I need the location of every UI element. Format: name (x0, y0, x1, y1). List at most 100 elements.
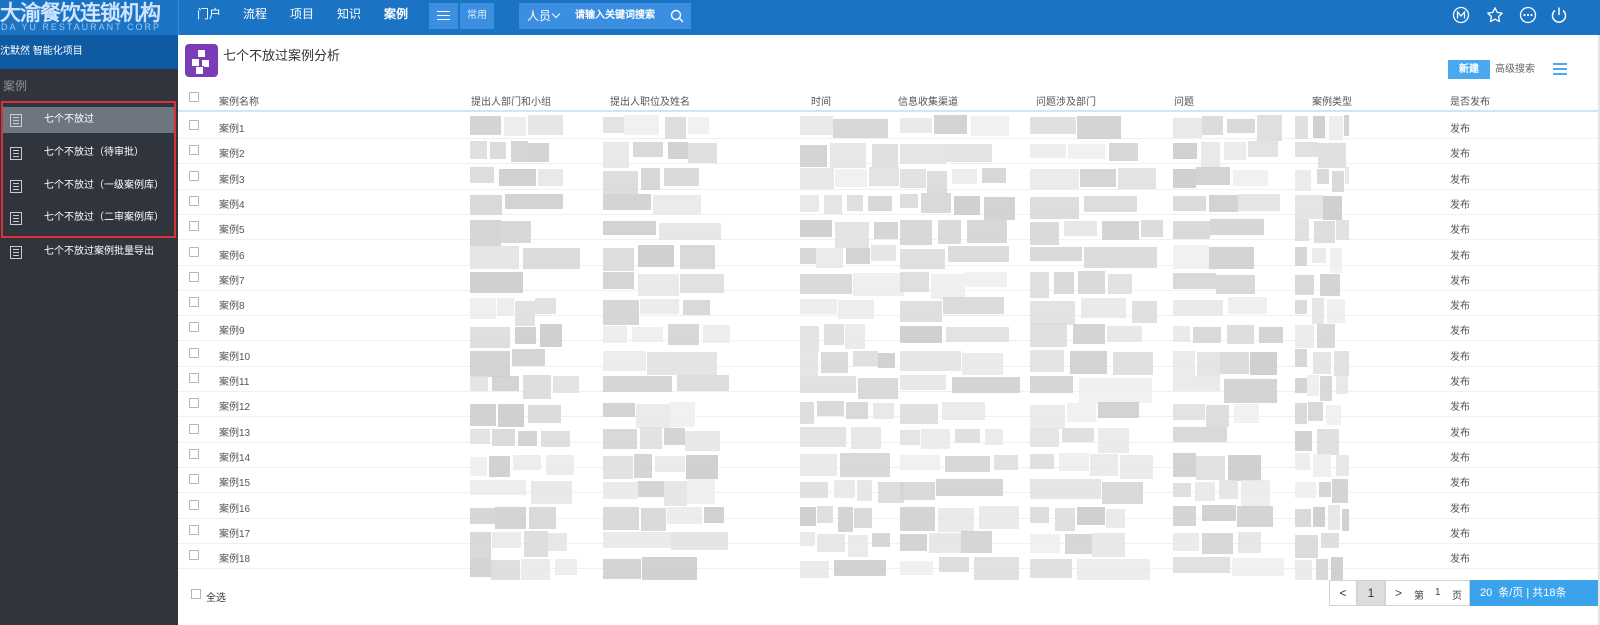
table-row[interactable]: 案例8 发布 (178, 290, 1600, 317)
nav-process[interactable]: 流程 (243, 0, 267, 35)
nav-cases[interactable]: 案例 (384, 0, 408, 35)
table-row[interactable]: 案例9 发布 (178, 315, 1600, 342)
common-button[interactable]: 常用 (460, 3, 494, 29)
next-page-button[interactable]: > (1395, 586, 1402, 600)
select-all-checkbox[interactable] (191, 589, 201, 599)
table-row[interactable]: 案例15 发布 (178, 467, 1600, 494)
case-name[interactable]: 案例5 (219, 221, 245, 236)
sidebar-item-label: 七个不放过 (44, 114, 94, 125)
case-name[interactable]: 案例12 (219, 398, 250, 413)
column-header[interactable]: 问题 (1174, 93, 1194, 108)
row-checkbox[interactable] (189, 170, 199, 181)
star-icon[interactable] (1486, 6, 1504, 24)
nav-knowledge[interactable]: 知识 (337, 0, 361, 35)
sidebar-item-export[interactable]: 七个不放过案例批量导出 (2, 239, 174, 265)
column-header[interactable]: 提出人部门和小组 (471, 93, 551, 108)
publish-status: 发布 (1450, 225, 1470, 237)
table-row[interactable]: 案例17 发布 (178, 518, 1600, 544)
row-checkbox[interactable] (189, 145, 199, 156)
table-row[interactable]: 案例4 发布 (178, 189, 1600, 215)
case-name[interactable]: 案例4 (219, 196, 245, 211)
row-checkbox[interactable] (189, 195, 199, 206)
row-checkbox[interactable] (189, 524, 199, 535)
column-header[interactable]: 是否发布 (1450, 93, 1490, 108)
current-page-button[interactable]: 1 (1357, 580, 1385, 606)
row-checkbox[interactable] (189, 499, 199, 510)
publish-status: 发布 (1450, 402, 1470, 414)
table-row[interactable]: 案例6 发布 (178, 240, 1600, 266)
new-button[interactable]: 新建 (1448, 60, 1490, 79)
column-header[interactable]: 信息收集渠道 (898, 93, 958, 108)
sidebar-item-level1[interactable]: 七个不放过（一级案例库） (2, 173, 174, 199)
row-checkbox[interactable] (189, 322, 199, 333)
case-name[interactable]: 案例11 (219, 373, 249, 388)
row-checkbox[interactable] (189, 246, 199, 257)
m-circle-icon[interactable] (1452, 6, 1470, 24)
page-number-input[interactable]: 1 (1435, 587, 1441, 598)
row-checkbox[interactable] (189, 550, 199, 561)
case-name[interactable]: 案例3 (219, 171, 245, 186)
column-header[interactable]: 案例类型 (1312, 93, 1352, 108)
column-header[interactable]: 问题涉及部门 (1036, 93, 1096, 108)
advanced-search-button[interactable]: 高级搜索 (1495, 60, 1545, 79)
row-checkbox[interactable] (189, 221, 199, 232)
table-row[interactable]: 案例13 发布 (178, 417, 1600, 443)
table-row[interactable]: 案例14 发布 (178, 442, 1600, 468)
table-row[interactable]: 案例2 发布 (178, 138, 1600, 165)
table-row[interactable]: 案例12 发布 (178, 391, 1600, 418)
table-row[interactable]: 案例11 发布 (178, 366, 1600, 392)
header-checkbox[interactable] (189, 92, 199, 102)
table-row[interactable]: 案例10 发布 (178, 341, 1600, 367)
logo[interactable]: 大渝餐饮连锁机构 DA YU RESTAURANT CORP (0, 0, 178, 35)
people-select[interactable]: 人员 (519, 3, 567, 29)
table-row[interactable]: 案例3 发布 (178, 164, 1600, 190)
select-all-label[interactable]: 全选 (206, 589, 226, 604)
search-icon (670, 9, 684, 23)
table-row[interactable]: 案例18 发布 (178, 543, 1600, 570)
more-circle-icon[interactable] (1519, 6, 1537, 24)
row-checkbox[interactable] (189, 423, 199, 434)
case-name[interactable]: 案例9 (219, 322, 245, 337)
table-row[interactable]: 案例7 发布 (178, 265, 1600, 291)
row-checkbox[interactable] (189, 448, 199, 459)
row-checkbox[interactable] (189, 120, 199, 130)
prev-page-button[interactable]: < (1329, 580, 1357, 606)
per-page-select[interactable]: 20 条/页 | 共18条 (1470, 580, 1600, 606)
case-name[interactable]: 案例13 (219, 424, 250, 439)
case-name[interactable]: 案例17 (219, 525, 250, 540)
case-name[interactable]: 案例8 (219, 297, 245, 312)
case-name[interactable]: 案例1 (219, 120, 245, 135)
case-name[interactable]: 案例15 (219, 474, 250, 489)
row-checkbox[interactable] (189, 474, 199, 485)
menu-icon[interactable] (429, 3, 458, 29)
row-checkbox[interactable] (189, 347, 199, 358)
table-row[interactable]: 案例5 发布 (178, 214, 1600, 241)
case-name[interactable]: 案例18 (219, 550, 250, 565)
document-icon (10, 180, 22, 193)
row-checkbox[interactable] (189, 271, 199, 282)
case-name[interactable]: 案例2 (219, 145, 245, 160)
sidebar-item-pending[interactable]: 七个不放过（待审批） (2, 140, 174, 166)
search-input[interactable]: 请输入关键词搜索 (567, 3, 663, 29)
search-button[interactable] (663, 3, 691, 29)
case-name[interactable]: 案例7 (219, 272, 245, 287)
column-header[interactable]: 提出人职位及姓名 (610, 93, 690, 108)
column-header[interactable]: 案例名称 (219, 93, 259, 108)
chevron-down-icon (551, 9, 561, 19)
case-name[interactable]: 案例16 (219, 500, 250, 515)
case-name[interactable]: 案例10 (219, 348, 250, 363)
row-checkbox[interactable] (189, 398, 199, 409)
sidebar-item-seven[interactable]: 七个不放过 (2, 107, 174, 133)
case-name[interactable]: 案例14 (219, 449, 250, 464)
table-row[interactable]: 案例16 发布 (178, 493, 1600, 519)
list-view-icon[interactable] (1553, 63, 1567, 75)
table-row[interactable]: 案例1 发布 (178, 113, 1600, 139)
case-name[interactable]: 案例6 (219, 247, 245, 262)
row-checkbox[interactable] (189, 373, 199, 383)
row-checkbox[interactable] (189, 297, 199, 308)
nav-portal[interactable]: 门户 (197, 0, 221, 35)
column-header[interactable]: 时间 (811, 93, 831, 108)
sidebar-item-level2[interactable]: 七个不放过（二审案例库） (2, 205, 174, 231)
nav-project[interactable]: 项目 (290, 0, 314, 35)
power-icon[interactable] (1550, 6, 1568, 24)
